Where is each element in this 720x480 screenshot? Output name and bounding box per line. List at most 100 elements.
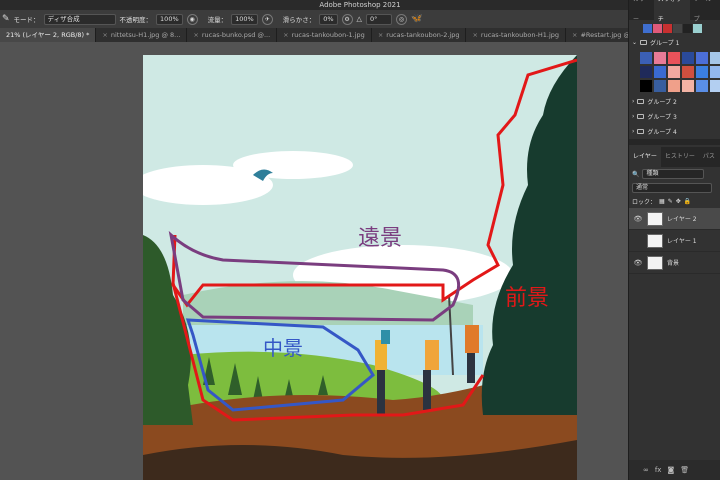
brush-tool-icon[interactable]: ✎	[2, 14, 10, 24]
swatch[interactable]	[696, 52, 708, 64]
trash-icon[interactable]: 🗑	[680, 466, 689, 474]
swatch[interactable]	[696, 80, 708, 92]
swatch[interactable]	[654, 52, 666, 64]
lock-all-icon[interactable]: 🔒	[684, 198, 691, 205]
document-canvas[interactable]: 遠景 中景 前景	[143, 55, 577, 480]
swatch[interactable]	[640, 52, 652, 64]
swatch[interactable]	[710, 52, 720, 64]
doc-tab[interactable]: ×#Restart.jpg @ 90.9...	[566, 28, 628, 42]
recent-swatch[interactable]	[693, 24, 702, 33]
opacity-input[interactable]: 100%	[156, 13, 183, 25]
close-icon[interactable]: ×	[193, 31, 198, 39]
swatch-group-label: グループ 3	[647, 114, 677, 121]
recent-swatch[interactable]	[673, 24, 682, 33]
mask-icon[interactable]: ◙	[667, 466, 674, 474]
close-icon[interactable]: ×	[102, 31, 107, 39]
mode-label: モード：	[13, 16, 40, 24]
swatch[interactable]	[654, 66, 666, 78]
panel-tab[interactable]: ヒストリー	[661, 147, 699, 167]
swatch[interactable]	[696, 66, 708, 78]
close-icon[interactable]: ×	[378, 31, 383, 39]
mode-select[interactable]: ディザ合成	[43, 13, 116, 25]
pressure-opacity-icon[interactable]: ◉	[186, 13, 198, 25]
lock-label: ロック：	[632, 199, 657, 206]
far-label: 遠景	[358, 226, 402, 251]
recent-swatch[interactable]	[683, 24, 692, 33]
swatch[interactable]	[668, 52, 680, 64]
swatch[interactable]	[640, 66, 652, 78]
recent-swatch[interactable]	[653, 24, 662, 33]
lock-paint-icon[interactable]: ✎	[668, 198, 673, 205]
doc-tab[interactable]: × rucas-tankoubon-2.jpg	[372, 28, 467, 42]
opacity-label: 不透明度：	[119, 16, 153, 24]
layer-name: レイヤー 2	[667, 216, 697, 223]
symmetry-icon[interactable]: 🦋	[411, 14, 422, 24]
smoothing-label: 滑らかさ：	[282, 16, 316, 24]
swatch-grid	[629, 50, 720, 94]
swatch[interactable]	[640, 80, 652, 92]
angle-input[interactable]: 0°	[365, 13, 392, 25]
chevron-right-icon[interactable]: ›	[632, 128, 634, 135]
swatch-group-label: グループ 1	[650, 40, 680, 47]
close-icon[interactable]: ×	[472, 31, 477, 39]
blend-mode-select[interactable]: 通常	[632, 183, 712, 193]
panel-tab[interactable]: パス	[699, 147, 719, 167]
smoothing-settings-icon[interactable]: ⚙	[341, 13, 353, 25]
swatch-group-4[interactable]: › グループ 4	[629, 124, 720, 139]
swatch-group-label: グループ 4	[647, 129, 677, 136]
layer-filter-select[interactable]: 種類	[642, 169, 705, 179]
fx-icon[interactable]: fx	[655, 466, 662, 474]
swatch[interactable]	[710, 66, 720, 78]
panel-tab[interactable]: レイヤー	[629, 147, 661, 167]
chevron-right-icon[interactable]: ›	[632, 113, 634, 120]
swatch-group-3[interactable]: › グループ 3	[629, 109, 720, 124]
illustration: 遠景 中景 前景	[143, 55, 577, 480]
cloud-top	[233, 151, 353, 179]
swatch[interactable]	[654, 80, 666, 92]
right-panel: カラースウォッチツールプ ⌄ グループ 1 › グループ 2 › グループ 3 …	[628, 0, 720, 480]
swatch[interactable]	[682, 52, 694, 64]
eye-icon[interactable]: 👁	[633, 215, 643, 223]
doc-tab[interactable]: 21% (レイヤー 2, RGB/8) *	[0, 28, 97, 42]
layer-row[interactable]: 👁 レイヤー 2	[629, 208, 720, 230]
doc-tab[interactable]: × rucas-tankoubon-H1.jpg	[466, 28, 566, 42]
workspace: 遠景 中景 前景	[0, 42, 628, 480]
swatch[interactable]	[710, 80, 720, 92]
swatch-group-2[interactable]: › グループ 2	[629, 94, 720, 109]
layer-filter-row: 🔍 種類	[629, 167, 720, 181]
flow-input[interactable]: 100%	[231, 13, 258, 25]
close-icon[interactable]: ×	[283, 31, 288, 39]
layer-row[interactable]: 👁 背景	[629, 252, 720, 274]
doc-tab[interactable]: × nittetsu-H1.jpg @ 8...	[96, 28, 188, 42]
doc-tab-label: rucas-tankoubon-2.jpg	[386, 31, 460, 39]
lock-row: ロック： ▦ ✎ ✥ 🔒	[629, 195, 720, 208]
eye-icon[interactable]: 👁	[633, 259, 643, 267]
layer-list: 👁 レイヤー 2 レイヤー 1 👁 背景	[629, 208, 720, 274]
swatch[interactable]	[668, 80, 680, 92]
recent-swatch[interactable]	[643, 24, 652, 33]
layer-thumbnail	[647, 211, 663, 226]
layer-thumbnail	[647, 233, 663, 248]
link-icon[interactable]: ∞	[643, 466, 649, 474]
panel-divider	[629, 139, 720, 145]
swatch[interactable]	[682, 66, 694, 78]
lock-move-icon[interactable]: ✥	[676, 198, 681, 205]
smoothing-input[interactable]: 0%	[319, 13, 338, 25]
doc-tab-label: #Restart.jpg @ 90.9...	[580, 31, 628, 39]
options-bar: ✎ モード： ディザ合成 不透明度： 100% ◉ 流量： 100% ✈ 滑らか…	[0, 10, 628, 28]
close-icon[interactable]: ×	[572, 31, 577, 39]
swatch[interactable]	[682, 80, 694, 92]
chevron-right-icon[interactable]: ›	[632, 98, 634, 105]
doc-tab-label: rucas-tankoubon-1.jpg	[291, 31, 365, 39]
pressure-size-icon[interactable]: ◎	[395, 13, 407, 25]
doc-tab[interactable]: × rucas-bunko.psd @...	[187, 28, 278, 42]
swatch[interactable]	[668, 66, 680, 78]
doc-tab[interactable]: × rucas-tankoubon-1.jpg	[277, 28, 372, 42]
airbrush-icon[interactable]: ✈	[261, 13, 273, 25]
layer-row[interactable]: レイヤー 1	[629, 230, 720, 252]
lock-pixels-icon[interactable]: ▦	[659, 198, 665, 205]
layer-name: 背景	[667, 260, 680, 267]
swatch-group-1[interactable]: ⌄ グループ 1	[629, 35, 720, 50]
recent-swatch[interactable]	[663, 24, 672, 33]
chevron-down-icon[interactable]: ⌄	[632, 39, 637, 46]
